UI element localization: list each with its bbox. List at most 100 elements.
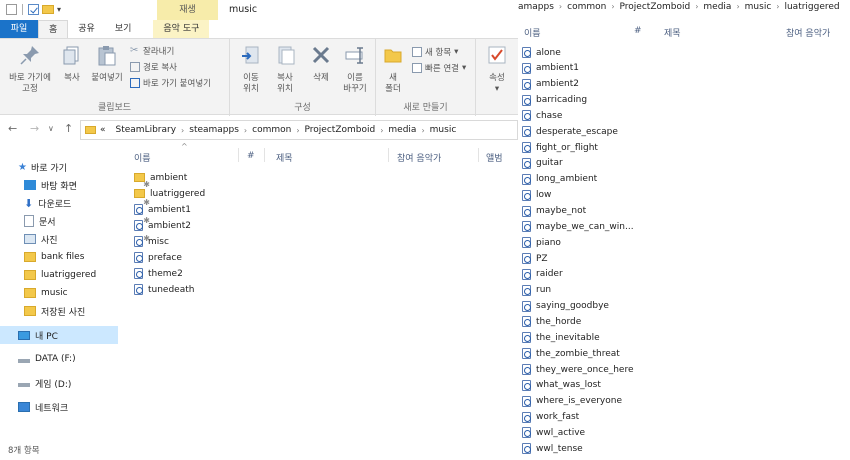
context-tab-group-label: 재생: [157, 0, 218, 20]
delete-button[interactable]: 삭제: [306, 44, 336, 84]
list-item[interactable]: maybe_we_can_win...: [522, 219, 722, 234]
list-item[interactable]: ambient1: [134, 202, 244, 217]
move-to-button[interactable]: 이동 위치: [236, 44, 266, 95]
copy-to-button[interactable]: 복사 위치: [270, 44, 300, 95]
list-item[interactable]: barricading: [522, 93, 722, 108]
copy-path-button[interactable]: 경로 복사: [130, 61, 177, 73]
breadcrumb-projectzomboid[interactable]: ProjectZomboid: [305, 125, 376, 135]
list-item[interactable]: long_ambient: [522, 172, 722, 187]
tab-file[interactable]: 파일: [0, 20, 38, 38]
desktop-icon: [24, 180, 36, 190]
folder-icon: [24, 270, 36, 280]
properties-checkbox-icon[interactable]: [28, 4, 39, 15]
list-item[interactable]: low: [522, 188, 722, 203]
list-item[interactable]: misc: [134, 234, 244, 249]
ribbon-tabs: 파일 홈 공유 보기 음악 도구: [0, 20, 518, 38]
nav-quick-access[interactable]: ★ 바로 가기: [18, 158, 136, 176]
chevron-right-icon: ›: [776, 2, 780, 11]
breadcrumb-music[interactable]: music: [745, 2, 772, 12]
column-header-title[interactable]: 제목: [664, 26, 681, 39]
breadcrumb-steamapps[interactable]: amapps: [518, 2, 554, 12]
list-item[interactable]: run: [522, 283, 722, 298]
rename-button[interactable]: 이름 바꾸기: [338, 44, 372, 95]
cut-button[interactable]: ✂ 잘라내기: [130, 45, 174, 58]
column-header-title[interactable]: 제목: [276, 151, 293, 164]
column-header-number[interactable]: #: [634, 26, 642, 36]
paste-shortcut-button[interactable]: 바로 가기 붙여넣기: [130, 77, 211, 89]
list-item[interactable]: PZ: [522, 251, 722, 266]
list-item[interactable]: guitar: [522, 156, 722, 171]
column-header-album[interactable]: 앨범: [486, 151, 503, 164]
column-header-name[interactable]: 이름: [134, 151, 151, 164]
list-item[interactable]: tunedeath: [134, 282, 244, 297]
list-item[interactable]: ambient2: [522, 77, 722, 92]
list-item[interactable]: fight_or_flight: [522, 140, 722, 155]
tab-share[interactable]: 공유: [68, 20, 105, 38]
column-header-artists[interactable]: 참여 음악가: [397, 151, 441, 164]
list-item[interactable]: maybe_not: [522, 204, 722, 219]
nav-data-drive[interactable]: DATA (F:): [18, 350, 136, 368]
list-item[interactable]: raider: [522, 267, 722, 282]
list-item[interactable]: preface: [134, 250, 244, 265]
nav-game-drive[interactable]: 게임 (D:): [18, 374, 136, 392]
back-arrow-icon[interactable]: ←: [8, 122, 17, 135]
forward-arrow-icon[interactable]: →: [30, 122, 39, 135]
list-item[interactable]: where_is_everyone: [522, 394, 722, 409]
list-item[interactable]: ambient2: [134, 218, 244, 233]
audio-file-icon: [134, 268, 143, 279]
list-item[interactable]: the_horde: [522, 314, 722, 329]
chevron-right-icon: ›: [380, 125, 384, 135]
customize-toolbar-icon[interactable]: ▾: [57, 5, 61, 14]
column-header-artists[interactable]: 참여 음악가: [786, 26, 830, 39]
audio-file-icon: [522, 268, 531, 280]
breadcrumb-projectzomboid[interactable]: ProjectZomboid: [620, 2, 691, 12]
new-folder-button[interactable]: 새 폴더: [380, 44, 406, 95]
list-item[interactable]: piano: [522, 235, 722, 250]
list-item[interactable]: ambient: [134, 170, 244, 185]
list-item[interactable]: saying_goodbye: [522, 299, 722, 314]
list-item[interactable]: they_were_once_here: [522, 362, 722, 377]
audio-file-icon: [522, 94, 531, 106]
breadcrumb-media[interactable]: media: [703, 2, 731, 12]
breadcrumb-overflow[interactable]: «: [100, 125, 106, 135]
tab-home[interactable]: 홈: [38, 20, 69, 38]
breadcrumb-music[interactable]: music: [430, 125, 457, 135]
recent-locations-icon[interactable]: ∨: [48, 124, 54, 133]
tab-music-tools[interactable]: 음악 도구: [153, 20, 210, 38]
column-header-number[interactable]: #: [247, 151, 255, 161]
up-arrow-icon[interactable]: ↑: [64, 122, 73, 135]
list-item[interactable]: luatriggered: [134, 186, 244, 201]
list-item[interactable]: wwl_active: [522, 425, 722, 440]
list-item[interactable]: what_was_lost: [522, 378, 722, 393]
breadcrumb-steamapps[interactable]: steamapps: [189, 125, 239, 135]
list-item[interactable]: desperate_escape: [522, 124, 722, 139]
nav-this-pc[interactable]: 내 PC: [0, 326, 118, 344]
list-item[interactable]: ambient1: [522, 61, 722, 76]
breadcrumb-media[interactable]: media: [388, 125, 416, 135]
tab-view[interactable]: 보기: [105, 20, 142, 38]
copy-button[interactable]: 복사: [58, 44, 86, 84]
chevron-down-icon: ▾: [494, 84, 500, 94]
list-item[interactable]: wwl_tense: [522, 441, 722, 456]
drive-icon: [18, 359, 30, 363]
breadcrumb-steamlibrary[interactable]: SteamLibrary: [116, 125, 177, 135]
audio-file-icon: [134, 220, 143, 231]
easy-access-button[interactable]: 빠른 연결 ▾: [412, 62, 466, 74]
breadcrumb-common[interactable]: common: [567, 2, 606, 12]
column-header-name[interactable]: 이름: [524, 26, 541, 39]
breadcrumb-common[interactable]: common: [252, 125, 291, 135]
pin-to-quick-access-button[interactable]: 바로 가기에 고정: [4, 44, 56, 95]
list-item[interactable]: the_inevitable: [522, 330, 722, 345]
breadcrumb-luatriggered[interactable]: luatriggered: [784, 2, 839, 12]
list-item[interactable]: theme2: [134, 266, 244, 281]
list-item[interactable]: chase: [522, 108, 722, 123]
list-item[interactable]: work_fast: [522, 410, 722, 425]
properties-button[interactable]: 속성 ▾: [482, 44, 512, 95]
nav-network[interactable]: 네트워크: [18, 398, 136, 416]
list-item[interactable]: alone: [522, 45, 722, 60]
paste-button[interactable]: 붙여넣기: [88, 44, 126, 84]
list-item[interactable]: the_zombie_threat: [522, 346, 722, 361]
address-bar[interactable]: « SteamLibrary › steamapps › common › Pr…: [80, 120, 518, 140]
new-item-button[interactable]: 새 항목 ▾: [412, 46, 458, 58]
new-folder-icon[interactable]: [42, 5, 54, 14]
